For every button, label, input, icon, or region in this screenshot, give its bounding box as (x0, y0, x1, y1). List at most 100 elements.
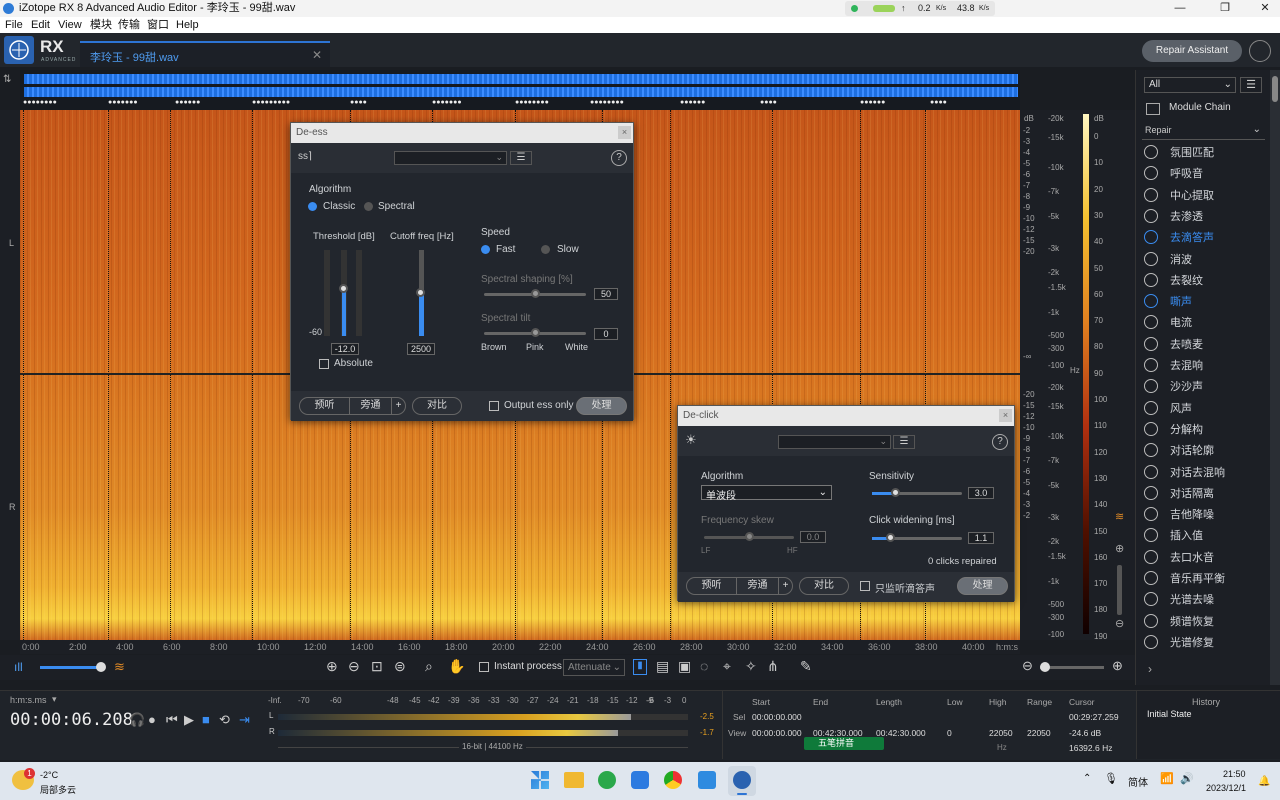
menu-file[interactable]: File (5, 17, 23, 33)
marker-label[interactable]: ●●●● (930, 99, 947, 106)
de-click-add-compare-button[interactable]: + (778, 577, 793, 595)
threshold-value[interactable]: -12.0 (331, 343, 359, 355)
repair-assistant-button[interactable]: Repair Assistant (1142, 40, 1242, 62)
app-mail-icon[interactable] (698, 771, 716, 789)
pencil-icon[interactable]: ✎ (800, 658, 812, 675)
module-filter-select[interactable]: All ⌄ (1144, 77, 1236, 93)
history-item[interactable]: Initial State (1147, 709, 1192, 719)
de-ess-title-bar[interactable]: De-ess (291, 123, 633, 143)
monitor-clicks-checkbox[interactable] (860, 581, 870, 591)
view-high-value[interactable]: 22050 (989, 728, 1013, 738)
module-item[interactable]: 电流 (1142, 313, 1266, 333)
frequency-select-icon[interactable]: ▤ (656, 658, 669, 675)
marker-label[interactable]: ●●●●●●● (108, 99, 138, 106)
module-item[interactable]: 氛围匹配 (1142, 143, 1266, 163)
shaping-value[interactable]: 50 (594, 288, 618, 300)
view-blend-slider[interactable] (40, 666, 102, 669)
menu-edit[interactable]: Edit (31, 17, 50, 33)
instant-process-checkbox[interactable] (479, 662, 489, 672)
de-click-bypass-button[interactable]: 旁通 (736, 577, 779, 595)
de-ess-compare-button[interactable]: 对比 (412, 397, 462, 415)
zoom-in-icon[interactable]: ⊕ (326, 658, 338, 675)
click-widening-knob[interactable] (886, 533, 895, 542)
repair-assistant-icon[interactable] (1249, 40, 1271, 62)
slow-radio[interactable] (541, 245, 550, 254)
menu-modules[interactable]: 模块 (90, 17, 112, 33)
expand-sidebar-icon[interactable]: › (1148, 662, 1152, 676)
view-low-value[interactable]: 0 (947, 728, 952, 738)
marker-label[interactable]: ●●●●●● (680, 99, 705, 106)
marker-label[interactable]: ●●●● (760, 99, 777, 106)
de-click-close-button[interactable]: × (999, 409, 1012, 422)
sidebar-scrollbar[interactable] (1270, 70, 1280, 685)
zoom-out-icon[interactable]: ⊖ (348, 658, 360, 675)
de-click-process-button[interactable]: 处理 (957, 577, 1008, 595)
sensitivity-value[interactable]: 3.0 (968, 487, 994, 499)
threshold-slider-track[interactable] (341, 250, 347, 336)
start-icon[interactable] (531, 771, 549, 789)
play-icon[interactable]: ▶ (184, 712, 194, 728)
vertical-zoom-slider[interactable] (1117, 565, 1122, 615)
de-ess-add-compare-button[interactable]: + (391, 397, 406, 415)
repair-category[interactable]: Repair ⌄ (1142, 124, 1265, 140)
zoom-selection-icon[interactable]: ⊡ (371, 658, 383, 675)
app-blue-icon[interactable] (631, 771, 649, 789)
marker-label[interactable]: ●●●●●●●● (515, 99, 549, 106)
time-format-select[interactable]: h:m:s.ms (10, 695, 47, 705)
scrollbar-thumb[interactable] (1272, 76, 1278, 102)
file-tab[interactable]: 李玲玉 - 99甜.wav ✕ (80, 41, 330, 67)
marker-label[interactable]: ●●●●●● (860, 99, 885, 106)
timeline-ruler[interactable]: 0:00 2:00 4:00 6:00 8:00 10:00 12:00 14:00 16:00… (20, 640, 1020, 654)
microphone-icon[interactable]: 🎙 (1104, 772, 1118, 785)
input-language[interactable]: 简体 (1128, 774, 1148, 789)
file-explorer-icon[interactable] (564, 772, 584, 788)
attenuate-select[interactable]: Attenuate ⌄ (563, 659, 625, 676)
marker-label[interactable]: ●●●●●●●● (23, 99, 57, 106)
fast-radio[interactable] (481, 245, 490, 254)
de-click-preset-select[interactable]: ⌄ (778, 435, 891, 449)
module-item[interactable]: 嘶声 (1142, 292, 1266, 312)
spectrogram-settings-icon[interactable]: ≋ (1115, 510, 1129, 524)
marker-label[interactable]: ●●●●●●●● (590, 99, 624, 106)
cutoff-slider-knob[interactable] (416, 288, 425, 297)
sidebar-menu-icon[interactable]: ☰ (1240, 77, 1262, 93)
module-item[interactable]: 去裂纹 (1142, 271, 1266, 291)
de-ess-close-button[interactable]: × (618, 126, 631, 139)
zoom-out-horizontal-icon[interactable]: ⊖ (1022, 658, 1033, 674)
module-item[interactable]: 吉他降噪 (1142, 505, 1266, 525)
zoom-out-vertical-icon[interactable]: ⊖ (1115, 617, 1129, 631)
menu-view[interactable]: View (58, 17, 82, 33)
output-ess-only-checkbox[interactable] (489, 401, 499, 411)
rect-select-icon[interactable]: ▣ (678, 658, 691, 675)
module-item[interactable]: 对话轮廓 (1142, 441, 1266, 461)
cutoff-value[interactable]: 2500 (407, 343, 435, 355)
module-chain-button[interactable]: Module Chain (1169, 102, 1231, 113)
module-item[interactable]: 去口水音 (1142, 548, 1266, 568)
headphones-icon[interactable]: 🎧 (129, 712, 145, 728)
view-range-value[interactable]: 22050 (1027, 728, 1051, 738)
chrome-icon[interactable] (664, 771, 682, 789)
sel-start-value[interactable]: 00:00:00.000 (752, 712, 802, 722)
magic-wand-icon[interactable]: ✧ (745, 658, 757, 675)
de-ess-preset-menu-icon[interactable]: ☰ (510, 151, 532, 165)
de-click-preset-menu-icon[interactable]: ☰ (893, 435, 915, 449)
horizontal-zoom-knob[interactable] (1040, 662, 1050, 672)
clock-time[interactable]: 21:50 (1223, 769, 1246, 779)
module-item[interactable]: 插入值 (1142, 526, 1266, 546)
module-item[interactable]: 光谱去噪 (1142, 590, 1266, 610)
maximize-button[interactable]: ❐ (1210, 0, 1240, 17)
wifi-icon[interactable]: 📶 (1160, 772, 1174, 785)
waveform-overview[interactable]: ●●●●●●●● ●●●●●●● ●●●●●● ●●●●●●●●● ●●●● ●●●●●●… (20, 70, 1020, 110)
file-tab-close-icon[interactable]: ✕ (312, 48, 322, 62)
app-green-icon[interactable] (598, 771, 616, 789)
de-ess-bypass-button[interactable]: 旁通 (349, 397, 392, 415)
de-click-title-bar[interactable]: De-click (678, 406, 1014, 426)
harmonic-select-icon[interactable]: ⋔ (767, 658, 779, 675)
close-button[interactable]: ✕ (1250, 0, 1280, 17)
module-item[interactable]: 去渗透 (1142, 207, 1266, 227)
module-item[interactable]: 呼吸音 (1142, 164, 1266, 184)
module-item[interactable]: 对话去混响 (1142, 463, 1266, 483)
view-blend-knob[interactable] (96, 662, 106, 672)
izotope-task-highlight[interactable] (728, 766, 756, 796)
module-item[interactable]: 音乐再平衡 (1142, 569, 1266, 589)
